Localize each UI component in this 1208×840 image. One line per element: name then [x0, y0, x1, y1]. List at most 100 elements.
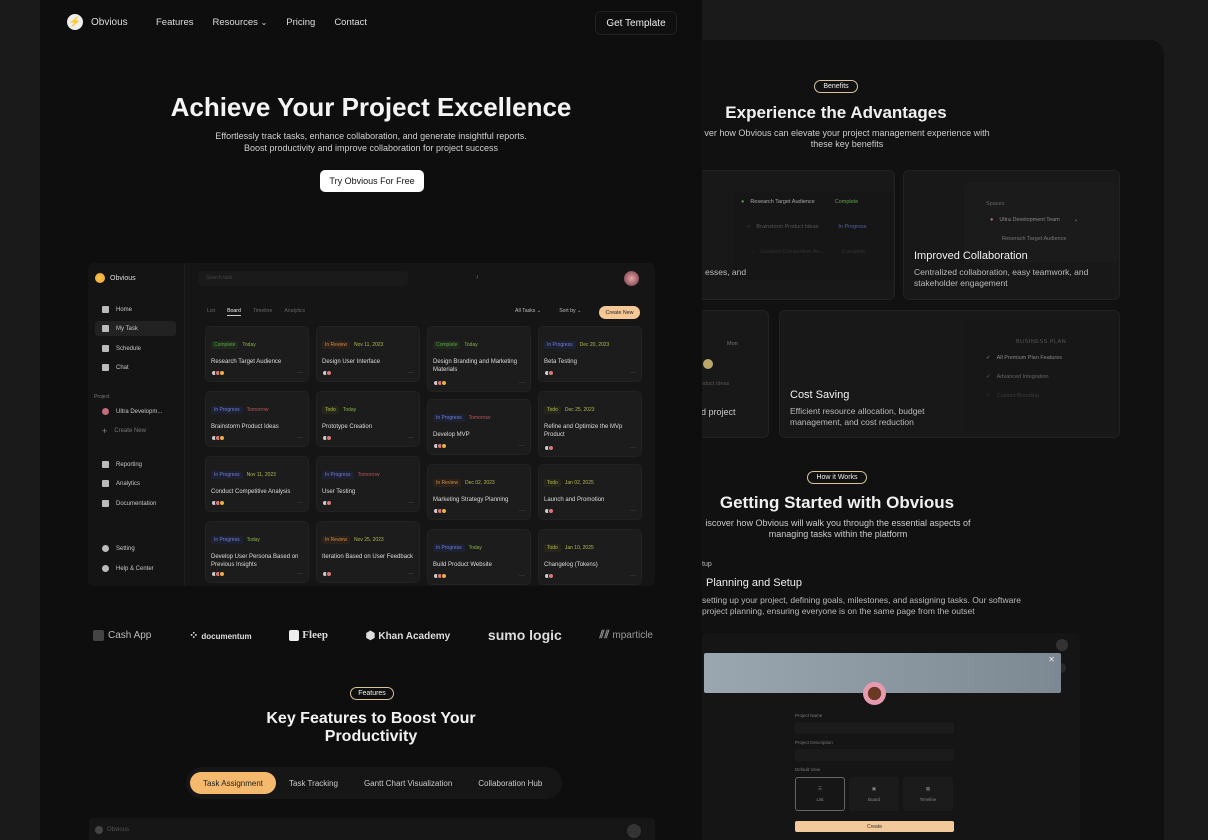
- brand-logo[interactable]: ⚡ Obvious: [67, 14, 128, 30]
- task-card[interactable]: In Progress Tomorrow Brainstorm Product Id…: [205, 391, 309, 447]
- try-free-button[interactable]: Try Obvious For Free: [320, 170, 424, 192]
- task-card[interactable]: In Progress Today Develop User Persona Bas…: [205, 521, 309, 583]
- more-options-icon[interactable]: ···: [519, 508, 525, 514]
- logo-text: Khan Academy: [378, 630, 451, 642]
- view-option-timeline[interactable]: ▦ Timeline: [903, 777, 953, 811]
- more-options-icon[interactable]: ···: [630, 370, 636, 376]
- sidebar-item-chat[interactable]: Chat: [95, 360, 176, 375]
- get-template-button[interactable]: Get Template: [595, 11, 677, 35]
- nav-link-pricing[interactable]: Pricing: [286, 17, 315, 28]
- avatar: [219, 370, 225, 376]
- sidebar-item-schedule[interactable]: Schedule: [95, 341, 176, 356]
- more-options-icon[interactable]: ···: [519, 380, 525, 386]
- sidebar-item-help[interactable]: Help & Center: [95, 561, 176, 576]
- nav-link-contact[interactable]: Contact: [334, 17, 367, 28]
- tab-list[interactable]: List: [207, 308, 215, 316]
- assignee-avatars: [322, 370, 332, 376]
- more-options-icon[interactable]: ···: [408, 370, 414, 376]
- sidebar-item-home[interactable]: Home: [95, 302, 176, 317]
- more-options-icon[interactable]: ···: [408, 500, 414, 506]
- app-brand-name: Obvious: [110, 274, 136, 282]
- task-card-footer: ···: [433, 443, 525, 449]
- logo-documentum: ⁘ documentum: [189, 629, 252, 642]
- task-title: Launch and Promotion: [544, 497, 605, 503]
- more-options-icon[interactable]: ···: [630, 445, 636, 451]
- tab-gantt-chart[interactable]: Gantt Chart Visualization: [351, 772, 465, 794]
- task-card[interactable]: In Review Dec 02, 2023 Marketing Strategy …: [427, 464, 531, 520]
- sidebar-item-label: Chat: [116, 364, 129, 371]
- view-option-list[interactable]: ☰ List: [795, 777, 845, 811]
- due-date: Dec 20, 2023: [579, 342, 610, 348]
- task-card[interactable]: Todo Today Prototype Creation ···: [316, 391, 420, 447]
- more-options-icon[interactable]: ···: [297, 435, 303, 441]
- project-name-input[interactable]: [795, 722, 954, 734]
- tab-board[interactable]: Board: [227, 308, 241, 316]
- task-card[interactable]: In Progress Tomorrow User Testing ···: [316, 456, 420, 512]
- tab-analytics[interactable]: Analytics: [284, 308, 305, 316]
- close-icon[interactable]: ✕: [1048, 655, 1055, 664]
- task-card[interactable]: Complete Today Design Branding and Marketi…: [427, 326, 531, 392]
- task-card[interactable]: Todo Dec 25, 2023 Refine and Optimize the …: [538, 391, 642, 457]
- task-card[interactable]: In Progress Dec 20, 2023 Beta Testing ···: [538, 326, 642, 382]
- more-options-icon[interactable]: ···: [519, 443, 525, 449]
- task-card-footer: ···: [433, 380, 525, 386]
- task-title: Brainstorm Product Ideas: [211, 424, 279, 430]
- project-avatar[interactable]: [863, 682, 886, 705]
- task-card[interactable]: In Review Nov 11, 2023 Design User Interfa…: [316, 326, 420, 382]
- due-date: Nov 11, 2023: [246, 472, 276, 478]
- top-nav: ⚡ Obvious Features Resources ⌄ Pricing C…: [40, 0, 702, 46]
- search-input[interactable]: Search task /: [198, 271, 478, 286]
- sidebar-section-project: Project: [94, 394, 110, 400]
- create-new-button[interactable]: Create New: [599, 306, 640, 319]
- tab-task-tracking[interactable]: Task Tracking: [276, 772, 351, 794]
- more-options-icon[interactable]: ···: [297, 571, 303, 577]
- chevron-down-icon: ⌄: [536, 308, 542, 314]
- more-options-icon[interactable]: ···: [519, 573, 525, 579]
- task-card[interactable]: In Progress Today Build Product Website ···: [427, 529, 531, 585]
- benefits-title: Experience the Advantages: [725, 103, 947, 122]
- more-options-icon[interactable]: ···: [297, 500, 303, 506]
- preview-avatar: [627, 824, 641, 838]
- step-label: tup: [702, 561, 712, 568]
- sidebar-item-project[interactable]: Ultra Developm...: [95, 404, 176, 419]
- benefit-card-collaboration: Spaces ● Ultra Development Team ⌄ Reserach…: [903, 170, 1120, 300]
- tab-collaboration-hub[interactable]: Collaboration Hub: [465, 772, 555, 794]
- task-card[interactable]: Todo Jan 02, 2025 Launch and Promotion ···: [538, 464, 642, 520]
- task-card[interactable]: In Progress Tomorrow Develop MVP ···: [427, 399, 531, 455]
- nav-link-resources[interactable]: Resources ⌄: [213, 17, 268, 28]
- project-desc-input[interactable]: [795, 749, 954, 761]
- sort-dropdown[interactable]: Sort by ⌄: [559, 308, 581, 314]
- tab-timeline[interactable]: Timeline: [253, 308, 272, 316]
- sidebar-item-create-new[interactable]: + Create New: [95, 423, 176, 438]
- sidebar-item-analytics[interactable]: Analytics: [95, 476, 176, 491]
- task-card[interactable]: Complete Today Research Target Audience ···: [205, 326, 309, 382]
- tab-task-assignment[interactable]: Task Assignment: [190, 772, 277, 794]
- more-options-icon[interactable]: ···: [630, 508, 636, 514]
- plan-feature: ✓ All Premium Plan Features: [986, 355, 1062, 361]
- more-options-icon[interactable]: ···: [630, 573, 636, 579]
- plan-feature: ✓ Custom Branding: [986, 393, 1039, 399]
- task-card[interactable]: Todo Jan 10, 2025 Changelog (Tokens) ···: [538, 529, 642, 585]
- sidebar-item-reporting[interactable]: Reporting: [95, 457, 176, 472]
- status-badge: In Review: [433, 479, 461, 487]
- sidebar-item-setting[interactable]: Setting: [95, 541, 176, 556]
- nav-link-features[interactable]: Features: [156, 17, 194, 28]
- more-options-icon[interactable]: ···: [408, 571, 414, 577]
- space-item: Reserach Target Audience: [1002, 236, 1067, 242]
- create-project-button[interactable]: Create: [795, 821, 954, 832]
- assignee-avatars: [211, 435, 225, 441]
- plan-name: BUSINESS PLAN: [1016, 339, 1067, 345]
- sidebar-item-documentation[interactable]: Documentation: [95, 496, 176, 511]
- all-tasks-dropdown[interactable]: All Tasks ⌄: [515, 308, 541, 314]
- task-card-footer: ···: [322, 370, 414, 376]
- task-list-preview: ● Research Target Audience Complete ○ Brain…: [733, 191, 893, 281]
- task-card[interactable]: In Progress Nov 11, 2023 Conduct Competiti…: [205, 456, 309, 512]
- sidebar-item-my-task[interactable]: My Task: [95, 321, 176, 336]
- more-options-icon[interactable]: ···: [408, 435, 414, 441]
- user-avatar[interactable]: [624, 271, 639, 286]
- task-card[interactable]: In Review Nov 25, 2023 Iteration Based on …: [316, 521, 420, 583]
- due-date: Today: [464, 342, 478, 348]
- landing-page-left: ⚡ Obvious Features Resources ⌄ Pricing C…: [40, 0, 702, 840]
- view-option-board[interactable]: ▣ Board: [849, 777, 899, 811]
- more-options-icon[interactable]: ···: [297, 370, 303, 376]
